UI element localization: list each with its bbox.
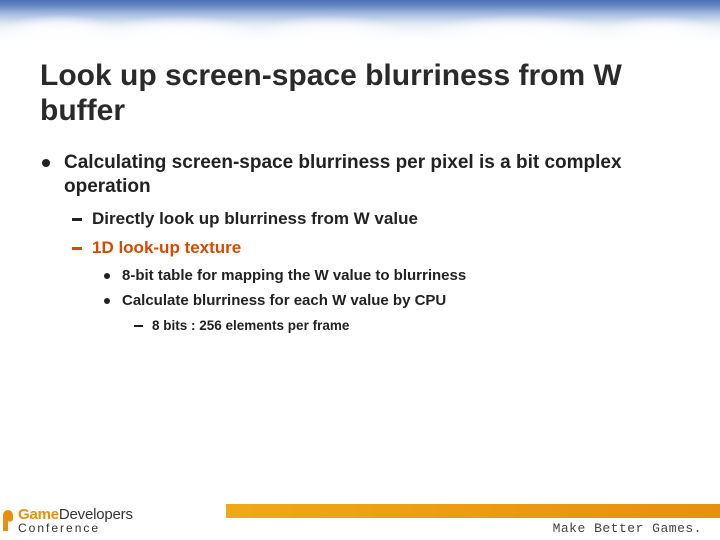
bullet-l3a-text: 8-bit table for mapping the W value to b… (122, 267, 466, 284)
bullet-l2a: Directly look up blurriness from W value (92, 208, 680, 231)
header-clouds (0, 0, 720, 42)
bullet-l3b: Calculate blurriness for each W value by… (122, 291, 680, 334)
slide-title: Look up screen-space blurriness from W b… (40, 58, 680, 129)
logo-mark-icon (2, 510, 15, 532)
logo-word-conference: Conference (18, 522, 133, 534)
footer-accent-bar (226, 504, 720, 518)
footer-tagline: Make Better Games. (553, 521, 702, 536)
bullet-l2a-text: Directly look up blurriness from W value (92, 209, 418, 228)
bullet-list: Calculating screen-space blurriness per … (40, 151, 680, 335)
bullet-l1-text: Calculating screen-space blurriness per … (64, 152, 622, 198)
bullet-l1: Calculating screen-space blurriness per … (64, 151, 680, 335)
bullet-l3a: 8-bit table for mapping the W value to b… (122, 266, 680, 286)
bullet-l3b-text: Calculate blurriness for each W value by… (122, 292, 446, 309)
footer: GameDevelopers Conference Make Better Ga… (0, 500, 720, 540)
bullet-l2b-text: 1D look-up texture (92, 238, 241, 257)
footer-logo: GameDevelopers Conference (18, 507, 133, 534)
slide-content: Look up screen-space blurriness from W b… (0, 42, 720, 335)
bullet-l2b: 1D look-up texture 8-bit table for mappi… (92, 237, 680, 335)
bullet-l4a-text: 8 bits : 256 elements per frame (152, 318, 349, 333)
bullet-l4a: 8 bits : 256 elements per frame (152, 317, 680, 335)
